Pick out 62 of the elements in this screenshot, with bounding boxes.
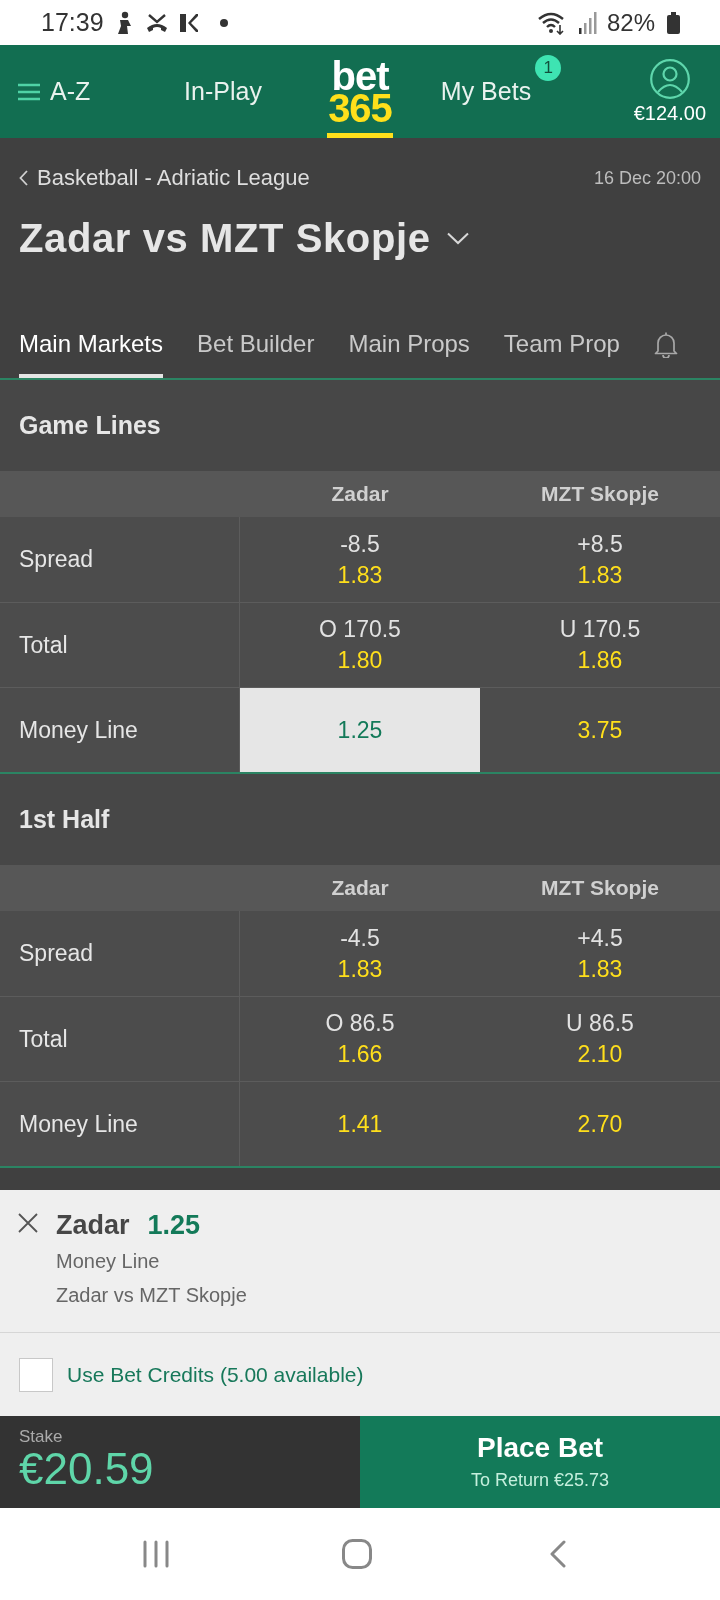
market-label: Total <box>19 1025 68 1053</box>
bell-icon[interactable] <box>653 331 678 358</box>
odds-button[interactable]: +4.5 1.83 <box>480 911 720 996</box>
odds-button[interactable]: 1.41 <box>240 1082 480 1166</box>
signal-icon <box>578 11 597 34</box>
event-name: Zadar vs MZT Skopje <box>56 1283 247 1308</box>
column-header: Zadar <box>331 876 389 900</box>
odds-button[interactable]: U 170.5 1.86 <box>480 603 720 687</box>
breadcrumb-link[interactable]: Basketball - Adriatic League <box>19 165 310 191</box>
person-icon <box>115 10 134 35</box>
back-icon[interactable] <box>549 1539 566 1568</box>
odds-button[interactable]: O 86.5 1.66 <box>240 997 480 1081</box>
battery-icon <box>667 11 680 34</box>
odds-button[interactable]: U 86.5 2.10 <box>480 997 720 1081</box>
odds-button[interactable]: +8.5 1.83 <box>480 517 720 602</box>
market-label: Spread <box>19 940 94 967</box>
odds-button[interactable]: -4.5 1.83 <box>240 911 480 996</box>
tab[interactable]: Team Prop <box>503 309 620 378</box>
odds-button[interactable]: 1.25 <box>240 688 480 772</box>
section-title: 1st Half <box>19 805 110 834</box>
recent-apps-icon[interactable] <box>142 1539 169 1568</box>
menu-icon <box>18 82 40 101</box>
stake-input[interactable]: €20.59 <box>19 1447 154 1491</box>
column-header: Zadar <box>331 482 389 506</box>
a-z-menu-button[interactable]: A-Z <box>18 45 91 138</box>
bet-credits-label[interactable]: Use Bet Credits (5.00 available) <box>67 1362 364 1387</box>
match-title: Zadar vs MZT Skopje <box>19 215 431 261</box>
market-label: Money Line <box>19 716 138 744</box>
match-datetime: 16 Dec 20:00 <box>593 167 701 189</box>
odds-button[interactable]: -8.5 1.83 <box>240 517 480 602</box>
odds-button[interactable]: O 170.5 1.80 <box>240 603 480 687</box>
battery-percent: 82% <box>606 8 655 37</box>
status-time: 17:39 <box>41 8 104 37</box>
odds-button[interactable]: 3.75 <box>480 688 720 772</box>
column-header: MZT Skopje <box>541 482 659 506</box>
call-icon <box>145 12 168 33</box>
dot-icon <box>219 18 228 27</box>
market-label: Spread <box>19 546 94 573</box>
tab[interactable]: Bet Builder <box>197 309 315 378</box>
back-icon <box>19 170 28 186</box>
user-icon <box>649 59 690 99</box>
tab[interactable]: Main Props <box>348 309 470 378</box>
place-bet-button[interactable]: Place Bet To Return €25.73 <box>360 1416 720 1508</box>
count-badge: 1 <box>535 55 562 81</box>
chevron-down-icon[interactable] <box>446 231 469 245</box>
section-title: Game Lines <box>19 411 161 440</box>
wifi-icon <box>536 10 567 35</box>
selection-odds: 1.25 <box>147 1209 201 1242</box>
account-button[interactable]: €124.00 <box>633 55 706 128</box>
checkbox[interactable] <box>19 1357 53 1392</box>
column-header: MZT Skopje <box>541 876 659 900</box>
close-icon[interactable] <box>18 1213 38 1233</box>
nav-link[interactable]: In-Play <box>184 45 262 138</box>
selection-name: Zadar <box>56 1209 130 1242</box>
nav-link[interactable]: My Bets 1 <box>436 45 562 138</box>
market-label: Total <box>19 631 68 659</box>
stake-label: Stake <box>19 1427 63 1447</box>
market-name: Money Line <box>56 1249 161 1274</box>
app-icon <box>179 13 198 32</box>
odds-button[interactable]: 2.70 <box>480 1082 720 1166</box>
home-icon[interactable] <box>341 1538 372 1569</box>
market-label: Money Line <box>19 1110 138 1138</box>
